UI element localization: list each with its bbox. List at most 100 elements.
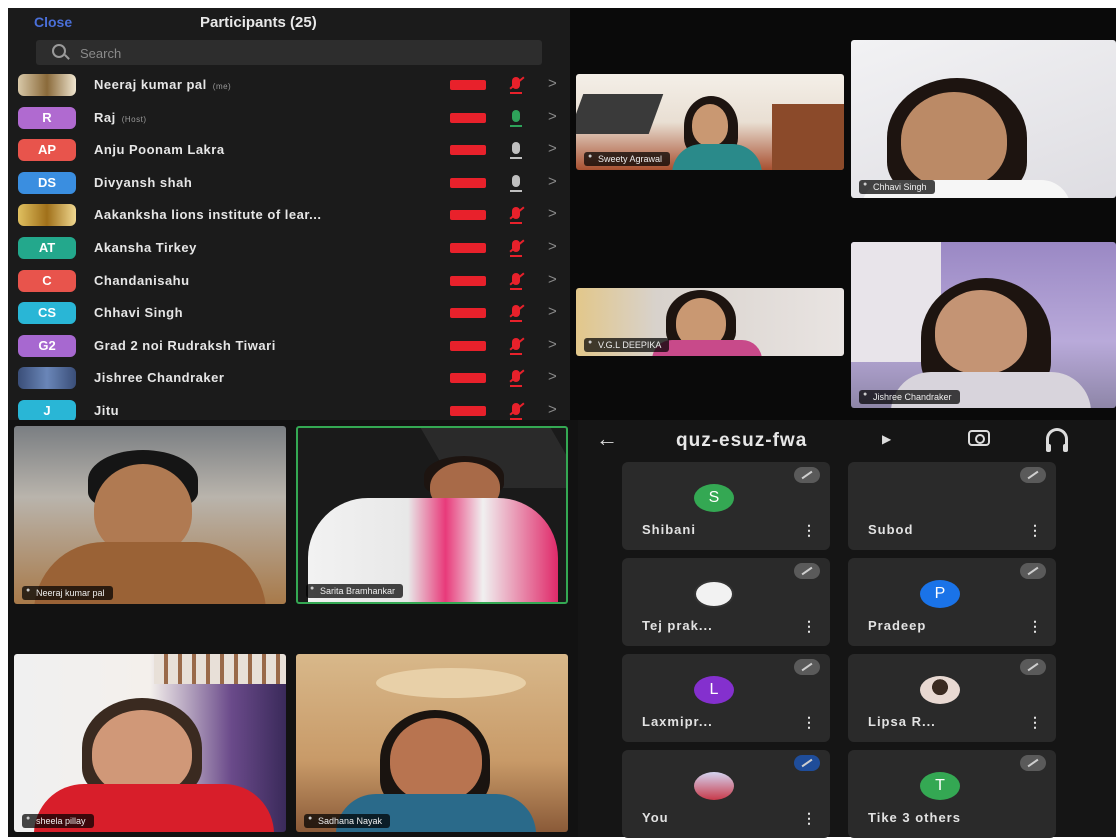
video-tile[interactable]: Sadhana Nayak (296, 654, 568, 832)
avatar: S (694, 484, 734, 512)
participant-row[interactable]: CS Chhavi Singh > (8, 298, 570, 331)
mic-off-icon[interactable] (510, 370, 522, 388)
participant-name: Pradeep (868, 618, 927, 633)
chevron-right-icon[interactable]: > (548, 108, 557, 125)
mic-muted-icon (1020, 755, 1046, 771)
meet-panel: ← quz-esuz-fwa ▶ S Shibani ⋮ Subod ⋮ Tej… (578, 420, 1116, 838)
chevron-right-icon[interactable]: > (548, 401, 557, 418)
video-grid: Neeraj kumar pal Sarita Bramhankar sheel… (8, 420, 578, 837)
video-off-icon[interactable] (450, 340, 486, 351)
search-input[interactable] (78, 43, 522, 63)
close-button[interactable]: Close (34, 14, 72, 30)
participant-name: Jishree Chandraker (94, 370, 225, 386)
more-options-icon[interactable]: ⋮ (1028, 522, 1042, 539)
meet-participant-tile[interactable]: Tej prak... ⋮ (622, 558, 830, 646)
participant-row[interactable]: AP Anju Poonam Lakra > (8, 135, 570, 168)
avatar: J (18, 399, 76, 420)
participant-name-tag: sheela pillay (22, 814, 94, 828)
more-options-icon[interactable]: ⋮ (802, 522, 816, 539)
video-off-icon[interactable] (450, 405, 486, 416)
participant-list: Neeraj kumar pal (me) > R Raj (Host) > AP … (8, 70, 570, 420)
participant-name: Shibani (642, 522, 696, 537)
participant-name: Laxmipr... (642, 714, 713, 729)
video-off-icon[interactable] (450, 177, 486, 188)
mic-off-icon[interactable] (510, 305, 522, 323)
participant-name-tag: Jishree Chandraker (859, 390, 960, 404)
meet-participant-tile[interactable]: Lipsa R... ⋮ (848, 654, 1056, 742)
video-tile[interactable]: Chhavi Singh (851, 40, 1116, 198)
participant-name: You (642, 810, 669, 825)
chevron-right-icon[interactable]: > (548, 140, 557, 157)
more-options-icon[interactable]: ⋮ (802, 810, 816, 827)
participant-row[interactable]: Aakanksha lions institute of lear... > (8, 200, 570, 233)
video-tile[interactable]: Sweety Agrawal (576, 74, 844, 170)
meeting-code[interactable]: quz-esuz-fwa (676, 430, 807, 452)
video-off-icon[interactable] (450, 80, 486, 90)
participant-row[interactable]: DS Divyansh shah > (8, 168, 570, 201)
search-bar[interactable] (36, 40, 542, 65)
mic-off-icon[interactable] (510, 272, 522, 290)
chair-shape (576, 94, 664, 134)
participant-row[interactable]: C Chandanisahu > (8, 266, 570, 299)
switch-camera-icon[interactable] (968, 430, 990, 446)
mic-off-icon[interactable] (510, 239, 522, 257)
video-off-icon[interactable] (450, 242, 486, 253)
video-off-icon[interactable] (450, 308, 486, 319)
mic-off-icon[interactable] (510, 337, 522, 355)
door-shape (772, 104, 844, 170)
meet-participant-tile[interactable]: You ⋮ (622, 750, 830, 838)
video-off-icon[interactable] (450, 373, 486, 384)
participant-row[interactable]: Jishree Chandraker > (8, 363, 570, 396)
participant-row[interactable]: R Raj (Host) > (8, 103, 570, 136)
participant-row[interactable]: AT Akansha Tirkey > (8, 233, 570, 266)
headphones-icon[interactable] (1046, 428, 1068, 452)
meet-participant-tile[interactable]: S Shibani ⋮ (622, 462, 830, 550)
participant-name: Tej prak... (642, 618, 713, 633)
mic-off-icon[interactable] (510, 77, 522, 94)
video-tile[interactable]: sheela pillay (14, 654, 286, 832)
meet-participant-tile[interactable]: P Pradeep ⋮ (848, 558, 1056, 646)
mic-on-icon[interactable] (510, 142, 522, 160)
meet-participant-tile[interactable]: L Laxmipr... ⋮ (622, 654, 830, 742)
chevron-right-icon[interactable]: > (548, 75, 557, 92)
video-off-icon[interactable] (450, 210, 486, 221)
avatar (920, 676, 960, 704)
participant-row[interactable]: Neeraj kumar pal (me) > (8, 70, 570, 103)
participant-name-tag: V.G.L DEEPIKA (584, 338, 670, 352)
avatar (694, 580, 734, 608)
more-options-icon[interactable]: ⋮ (1028, 714, 1042, 731)
participants-header: Close Participants (25) (8, 8, 570, 38)
video-off-icon[interactable] (450, 112, 486, 123)
more-options-icon[interactable]: ⋮ (802, 618, 816, 635)
video-tile[interactable]: Jishree Chandraker (851, 242, 1116, 408)
mic-muted-icon (1020, 659, 1046, 675)
participant-name: Chandanisahu (94, 272, 190, 288)
participant-row[interactable]: G2 Grad 2 noi Rudraksh Tiwari > (8, 331, 570, 364)
video-off-icon[interactable] (450, 145, 486, 156)
chevron-right-icon[interactable]: > (548, 271, 557, 288)
video-tile[interactable]: V.G.L DEEPIKA (576, 288, 844, 356)
chevron-right-icon[interactable]: > (548, 238, 557, 255)
mic-off-icon[interactable] (510, 402, 522, 420)
person-face (935, 290, 1027, 374)
person-face (692, 104, 728, 146)
back-arrow-icon[interactable]: ← (596, 426, 618, 452)
participant-row[interactable]: J Jitu > (8, 396, 570, 420)
chevron-right-icon[interactable]: > (548, 303, 557, 320)
video-tile[interactable]: Neeraj kumar pal (14, 426, 286, 604)
avatar: P (920, 580, 960, 608)
mic-on-icon[interactable] (510, 174, 522, 192)
meet-participant-tile[interactable]: T Tike 3 others (848, 750, 1056, 838)
more-options-icon[interactable]: ⋮ (802, 714, 816, 731)
chevron-right-icon[interactable]: > (548, 336, 557, 353)
video-tile-active-speaker[interactable]: Sarita Bramhankar (296, 426, 568, 604)
chevron-right-icon[interactable]: > (548, 205, 557, 222)
mic-off-icon[interactable] (510, 207, 522, 225)
video-off-icon[interactable] (450, 275, 486, 286)
mic-on-icon[interactable] (510, 109, 522, 127)
caret-right-icon[interactable]: ▶ (882, 432, 891, 446)
meet-participant-tile[interactable]: Subod ⋮ (848, 462, 1056, 550)
chevron-right-icon[interactable]: > (548, 368, 557, 385)
more-options-icon[interactable]: ⋮ (1028, 618, 1042, 635)
chevron-right-icon[interactable]: > (548, 173, 557, 190)
